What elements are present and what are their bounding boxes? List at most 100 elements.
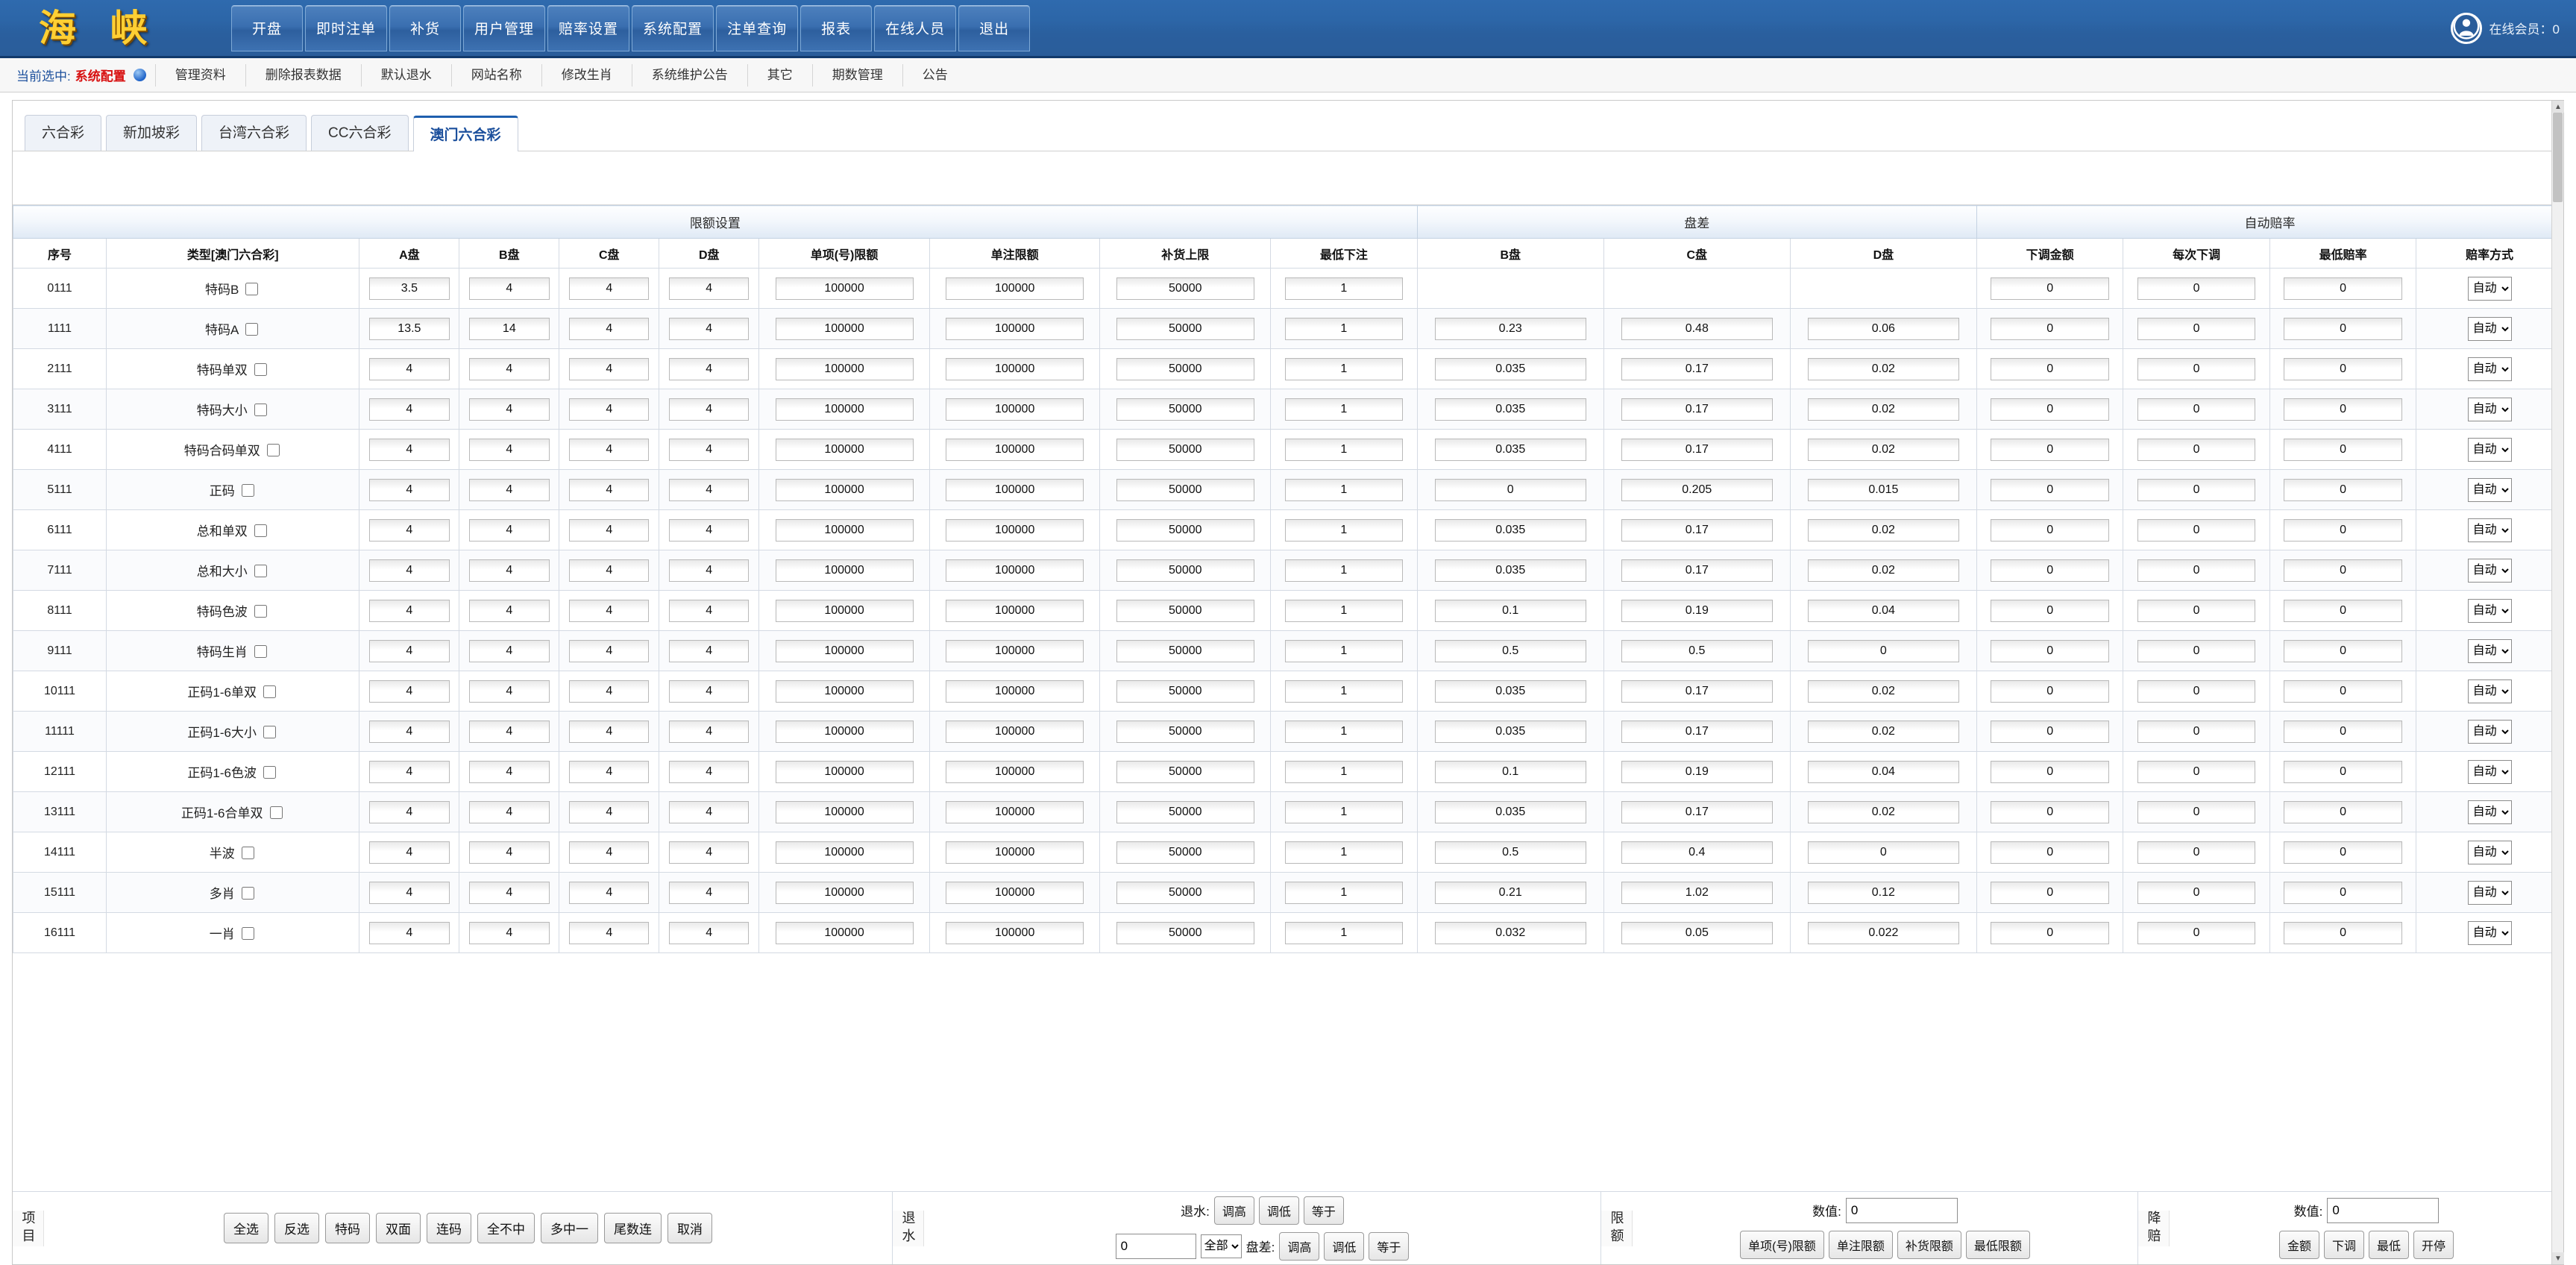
input-dpan[interactable] (669, 679, 750, 703)
input-pancha-b[interactable] (1434, 881, 1586, 904)
tab-taiwanliuhecai[interactable]: 台湾六合彩 (201, 115, 307, 151)
input-xiadiao[interactable] (1991, 841, 2109, 864)
input-zuidipeilv[interactable] (2284, 921, 2402, 944)
input-danzhu[interactable] (946, 518, 1084, 542)
input-bpan[interactable] (469, 518, 550, 542)
row-select-checkbox[interactable] (241, 927, 254, 940)
subnav-item-morentuishui[interactable]: 默认退水 (360, 63, 451, 87)
odds-mode-select[interactable]: 自动 (2467, 638, 2512, 663)
input-cpan[interactable] (569, 599, 650, 622)
nav-item-tuichu[interactable]: 退出 (958, 4, 1031, 51)
input-buhuo[interactable] (1116, 357, 1254, 380)
input-zuidipeilv[interactable] (2284, 639, 2402, 662)
input-cpan[interactable] (569, 841, 650, 864)
input-apan[interactable] (369, 760, 450, 783)
odds-mode-select[interactable]: 自动 (2467, 880, 2512, 905)
input-pancha-b[interactable] (1434, 800, 1586, 823)
row-select-checkbox[interactable] (254, 605, 267, 618)
subnav-item-qita[interactable]: 其它 (747, 63, 812, 87)
input-pancha-d[interactable] (1808, 800, 1959, 823)
row-select-checkbox[interactable] (241, 887, 254, 900)
odds-mode-select[interactable]: 自动 (2467, 719, 2512, 744)
input-zuidipeilv[interactable] (2284, 518, 2402, 542)
input-zuidipeilv[interactable] (2284, 881, 2402, 904)
input-pancha-c[interactable] (1621, 760, 1773, 783)
duozhongyi-button[interactable]: 多中一 (541, 1213, 598, 1243)
input-buhuo[interactable] (1116, 559, 1254, 582)
input-pancha-b[interactable] (1434, 518, 1586, 542)
input-xiadiao[interactable] (1991, 559, 2109, 582)
input-danzhu[interactable] (946, 841, 1084, 864)
input-cpan[interactable] (569, 518, 650, 542)
single-bet-limit-button[interactable]: 单注限额 (1828, 1230, 1893, 1259)
input-zuidi[interactable] (1284, 639, 1404, 662)
input-zuidi[interactable] (1284, 760, 1404, 783)
input-pancha-d[interactable] (1808, 921, 1959, 944)
input-dpan[interactable] (669, 478, 750, 501)
input-meici[interactable] (2137, 599, 2256, 622)
input-danxiang[interactable] (775, 518, 914, 542)
input-pancha-d[interactable] (1808, 438, 1959, 461)
input-buhuo[interactable] (1116, 760, 1254, 783)
reduce-value-input[interactable] (2327, 1197, 2440, 1223)
input-meici[interactable] (2137, 518, 2256, 542)
input-pancha-d[interactable] (1808, 841, 1959, 864)
input-pancha-b[interactable] (1434, 398, 1586, 421)
odds-mode-select[interactable]: 自动 (2467, 477, 2512, 502)
row-select-checkbox[interactable] (269, 806, 283, 819)
teima-button[interactable]: 特码 (325, 1213, 370, 1243)
input-danzhu[interactable] (946, 559, 1084, 582)
nav-item-kaipan[interactable]: 开盘 (231, 4, 303, 51)
input-zuidi[interactable] (1284, 599, 1404, 622)
input-danxiang[interactable] (775, 921, 914, 944)
input-bpan[interactable] (469, 639, 550, 662)
input-zuidi[interactable] (1284, 518, 1404, 542)
input-danxiang[interactable] (775, 317, 914, 340)
input-danxiang[interactable] (775, 357, 914, 380)
input-danxiang[interactable] (775, 800, 914, 823)
input-cpan[interactable] (569, 438, 650, 461)
input-xiadiao[interactable] (1991, 317, 2109, 340)
input-xiadiao[interactable] (1991, 720, 2109, 743)
input-dpan[interactable] (669, 800, 750, 823)
water-raise-button[interactable]: 调高 (1213, 1196, 1254, 1225)
input-pancha-d[interactable] (1808, 357, 1959, 380)
input-meici[interactable] (2137, 438, 2256, 461)
input-bpan[interactable] (469, 438, 550, 461)
input-meici[interactable] (2137, 720, 2256, 743)
input-zuidi[interactable] (1284, 317, 1404, 340)
row-select-checkbox[interactable] (254, 404, 267, 416)
vertical-scrollbar[interactable]: ▲ ▼ (2551, 101, 2564, 1264)
input-pancha-c[interactable] (1621, 398, 1773, 421)
input-apan[interactable] (369, 398, 450, 421)
open-stop-button[interactable]: 开停 (2413, 1230, 2454, 1259)
input-danzhu[interactable] (946, 277, 1084, 300)
input-xiadiao[interactable] (1991, 599, 2109, 622)
limit-value-input[interactable] (1845, 1197, 1958, 1223)
input-bpan[interactable] (469, 277, 550, 300)
input-xiadiao[interactable] (1991, 518, 2109, 542)
input-pancha-b[interactable] (1434, 720, 1586, 743)
input-zuidipeilv[interactable] (2284, 800, 2402, 823)
input-buhuo[interactable] (1116, 720, 1254, 743)
input-danzhu[interactable] (946, 881, 1084, 904)
input-xiadiao[interactable] (1991, 438, 2109, 461)
row-select-checkbox[interactable] (266, 444, 280, 456)
input-zuidi[interactable] (1284, 438, 1404, 461)
input-zuidipeilv[interactable] (2284, 277, 2402, 300)
input-cpan[interactable] (569, 800, 650, 823)
input-zuidi[interactable] (1284, 398, 1404, 421)
water-value-input[interactable] (1115, 1233, 1196, 1259)
input-pancha-b[interactable] (1434, 921, 1586, 944)
input-apan[interactable] (369, 800, 450, 823)
input-danzhu[interactable] (946, 720, 1084, 743)
input-bpan[interactable] (469, 317, 550, 340)
input-zuidipeilv[interactable] (2284, 760, 2402, 783)
input-meici[interactable] (2137, 679, 2256, 703)
input-pancha-c[interactable] (1621, 800, 1773, 823)
input-dpan[interactable] (669, 921, 750, 944)
odds-mode-select[interactable]: 自动 (2467, 316, 2512, 341)
input-cpan[interactable] (569, 760, 650, 783)
input-zuidi[interactable] (1284, 679, 1404, 703)
subnav-item-guanlieziliao[interactable]: 管理资料 (154, 63, 245, 87)
